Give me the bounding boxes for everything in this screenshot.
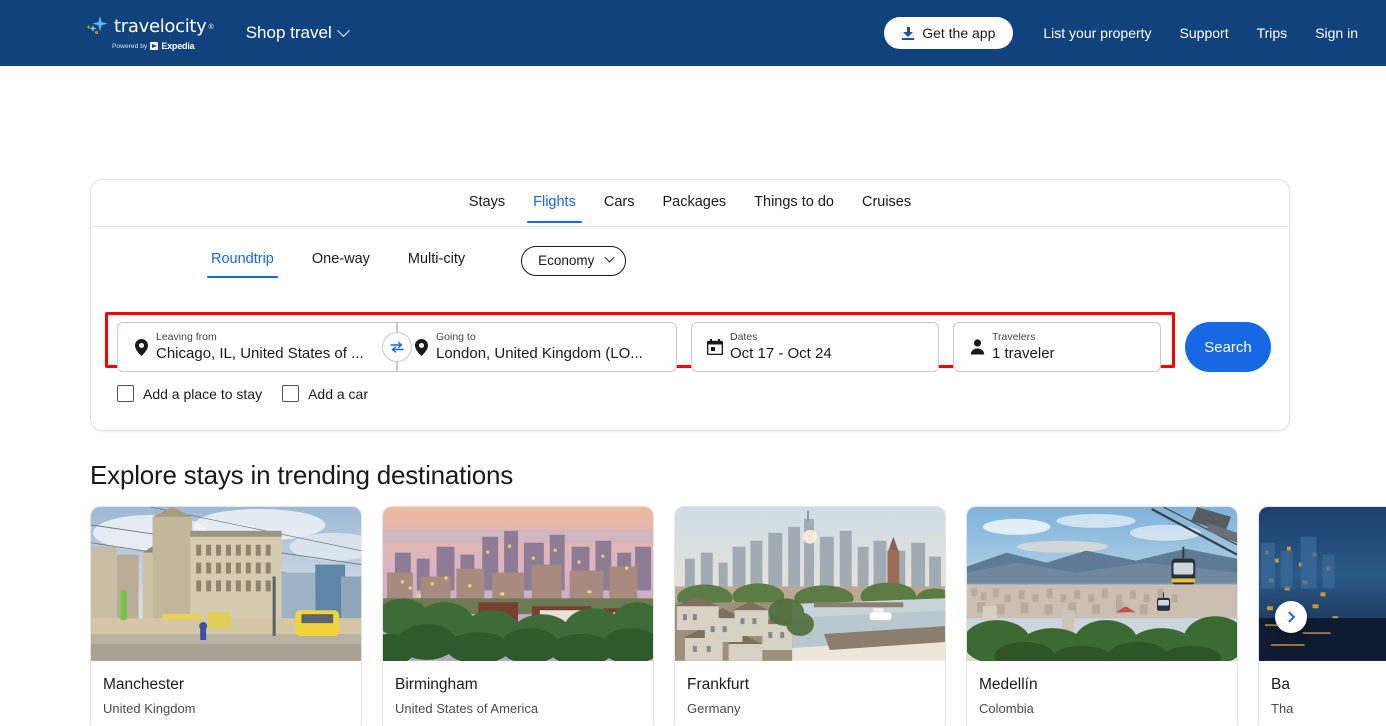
destination-image — [675, 507, 945, 662]
expedia-mark-icon — [150, 42, 159, 50]
travelers-value: 1 traveler — [992, 345, 1055, 362]
trip-type-multi-city[interactable]: Multi-city — [406, 243, 467, 278]
dates-value: Oct 17 - Oct 24 — [730, 345, 832, 362]
trip-type-roundtrip[interactable]: Roundtrip — [207, 243, 278, 278]
person-icon — [966, 339, 988, 355]
destination-field[interactable]: Going to London, United Kingdom (LO... — [397, 322, 677, 372]
product-tabs: Stays Flights Cars Packages Things to do… — [91, 180, 1289, 227]
destination-country: Germany — [687, 701, 741, 716]
swap-arrows-icon — [390, 341, 404, 353]
destination-card[interactable]: Frankfurt Germany — [674, 506, 946, 726]
tab-packages[interactable]: Packages — [648, 180, 740, 223]
shop-travel-menu[interactable]: Shop travel — [245, 23, 350, 43]
download-icon — [902, 26, 915, 40]
tab-things-to-do[interactable]: Things to do — [740, 180, 848, 223]
add-place-to-stay-label: Add a place to stay — [143, 385, 263, 402]
travelocity-logo[interactable]: travelocity ® Powered by Expedia — [86, 15, 214, 51]
dates-field[interactable]: Dates Oct 17 - Oct 24 — [691, 322, 939, 372]
origin-field[interactable]: Leaving from Chicago, IL, United States … — [117, 322, 397, 372]
carousel-next-button[interactable] — [1275, 601, 1307, 633]
travelers-label: Travelers — [992, 331, 1036, 343]
cabin-class-value: Economy — [538, 253, 595, 268]
destination-card[interactable]: Manchester United Kingdom — [90, 506, 362, 726]
trip-type-one-way[interactable]: One-way — [310, 243, 372, 278]
destination-country: United Kingdom — [103, 701, 196, 716]
travelers-field[interactable]: Travelers 1 traveler — [953, 322, 1161, 372]
destination-label: Going to — [436, 331, 476, 343]
destination-city: Birmingham — [395, 676, 478, 693]
destination-card[interactable]: Medellín Colombia — [966, 506, 1238, 726]
search-button[interactable]: Search — [1185, 322, 1271, 372]
nav-list-your-property[interactable]: List your property — [1029, 25, 1165, 41]
destination-country: United States of America — [395, 701, 539, 716]
tab-flights[interactable]: Flights — [519, 180, 590, 223]
tab-stays[interactable]: Stays — [455, 180, 519, 223]
search-fields-group: Leaving from Chicago, IL, United States … — [117, 322, 1161, 372]
trending-destinations-carousel: Manchester United Kingdom Birmingham Uni… — [90, 506, 1386, 726]
add-a-car-checkbox[interactable] — [282, 385, 300, 402]
cabin-class-dropdown[interactable]: Economy — [521, 245, 627, 276]
get-the-app-label: Get the app — [922, 25, 996, 41]
dates-label: Dates — [730, 331, 758, 343]
nav-support[interactable]: Support — [1166, 25, 1243, 41]
add-place-to-stay-checkbox[interactable] — [117, 385, 134, 402]
logo-wordmark: travelocity — [114, 16, 207, 37]
travelocity-star-icon — [86, 15, 112, 39]
chevron-down-icon — [604, 252, 615, 263]
get-the-app-button[interactable]: Get the app — [884, 17, 1014, 49]
destination-country: Colombia — [979, 701, 1034, 716]
expedia-wordmark: Expedia — [161, 41, 195, 51]
destination-country: Tha — [1271, 701, 1294, 716]
destination-city: Medellín — [979, 676, 1038, 693]
chevron-right-icon — [1283, 611, 1296, 623]
nav-sign-in[interactable]: Sign in — [1301, 25, 1358, 41]
location-pin-icon — [410, 338, 432, 356]
swap-locations-button[interactable] — [382, 332, 412, 362]
shop-travel-label: Shop travel — [245, 23, 332, 42]
destination-city: Ba — [1271, 676, 1290, 693]
logo-trademark: ® — [208, 23, 214, 31]
header-nav: Get the app List your property Support T… — [884, 17, 1358, 49]
chevron-down-icon — [336, 23, 350, 37]
trending-section-title: Explore stays in trending destinations — [90, 460, 514, 490]
add-a-car-option[interactable]: Add a car — [282, 385, 368, 402]
destination-image — [91, 507, 361, 662]
tab-cars[interactable]: Cars — [590, 180, 649, 223]
tab-cruises[interactable]: Cruises — [848, 180, 925, 223]
origin-value: Chicago, IL, United States of ... — [156, 345, 364, 362]
location-pin-icon — [130, 338, 152, 356]
destination-city: Manchester — [103, 676, 184, 693]
trip-type-row: Roundtrip One-way Multi-city Economy — [91, 227, 1289, 278]
search-options-row: Add a place to stay Add a car — [117, 385, 368, 402]
origin-label: Leaving from — [156, 331, 217, 343]
logo-powered-by-text: Powered by — [112, 42, 148, 50]
destination-card[interactable]: Birmingham United States of America — [382, 506, 654, 726]
destination-image — [1259, 507, 1386, 662]
destination-city: Frankfurt — [687, 676, 750, 693]
add-a-car-label: Add a car — [308, 385, 369, 402]
destination-value: London, United Kingdom (LO... — [436, 345, 643, 362]
flight-search-card: Stays Flights Cars Packages Things to do… — [90, 179, 1290, 431]
nav-trips[interactable]: Trips — [1243, 25, 1302, 41]
destination-image — [383, 507, 653, 662]
destination-image — [967, 507, 1237, 662]
add-place-to-stay-option[interactable]: Add a place to stay — [117, 385, 262, 402]
calendar-icon — [704, 339, 726, 355]
site-header: travelocity ® Powered by Expedia Shop tra… — [0, 0, 1386, 66]
